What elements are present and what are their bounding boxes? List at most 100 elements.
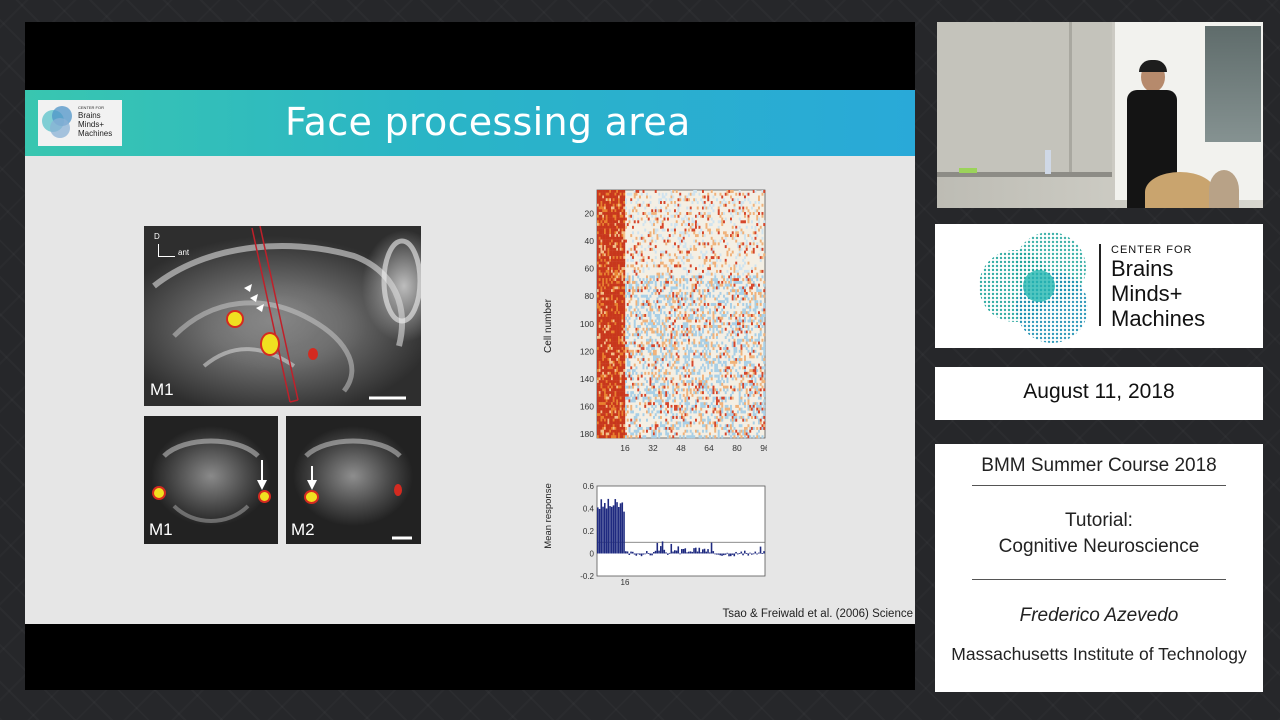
water-bottle bbox=[1045, 150, 1051, 174]
panel-label-bottom-left: M1 bbox=[149, 520, 173, 539]
bar bbox=[728, 553, 730, 557]
logo-separator bbox=[1099, 244, 1101, 326]
bar bbox=[674, 550, 676, 554]
bar bbox=[723, 553, 725, 556]
bar bbox=[738, 553, 741, 554]
heatmap-xtick: 80 bbox=[732, 443, 742, 453]
bar bbox=[710, 542, 713, 554]
heatmap-xtick: 48 bbox=[676, 443, 686, 453]
bar bbox=[752, 553, 755, 555]
bar bbox=[693, 548, 695, 554]
heatmap-xtick: 96 bbox=[760, 443, 767, 453]
bar bbox=[660, 546, 662, 554]
bar bbox=[647, 553, 650, 554]
cbmm-circles-logo bbox=[979, 232, 1088, 343]
sidebar-logo-text: CENTER FOR Brains Minds+ Machines bbox=[1111, 244, 1205, 331]
coronal-brain-image-m1: M1 bbox=[144, 416, 278, 544]
heatmap-ytick: 40 bbox=[585, 236, 595, 246]
bar bbox=[747, 553, 750, 556]
heatmap-ytick: 60 bbox=[585, 264, 595, 274]
bar bbox=[712, 551, 715, 554]
bar bbox=[653, 552, 655, 554]
whiteboard bbox=[937, 22, 1112, 172]
bar bbox=[761, 553, 764, 554]
bar bbox=[749, 552, 751, 554]
slide-header: CENTER FOR Brains Minds+ Machines Face p… bbox=[25, 90, 915, 156]
bar bbox=[719, 553, 722, 556]
bar bbox=[737, 553, 739, 555]
bar bbox=[758, 552, 760, 554]
bar bbox=[751, 553, 753, 555]
sidebar-logo-card: CENTER FOR Brains Minds+ Machines bbox=[935, 224, 1263, 348]
heatmap-ytick: 180 bbox=[580, 429, 594, 439]
bar bbox=[696, 551, 699, 554]
bar bbox=[688, 551, 690, 554]
bar bbox=[675, 550, 678, 554]
bar bbox=[684, 548, 687, 554]
bar bbox=[714, 553, 716, 555]
bar bbox=[679, 553, 681, 555]
bar bbox=[656, 542, 659, 554]
bar bbox=[602, 506, 604, 554]
info-separator bbox=[972, 485, 1226, 486]
coronal-brain-image-m2: M2 bbox=[286, 416, 421, 544]
bar bbox=[642, 553, 645, 555]
bar bbox=[644, 553, 646, 555]
bar bbox=[605, 508, 608, 554]
tutorial-topic: Cognitive Neuroscience bbox=[998, 536, 1200, 557]
heatmap-ytick: 80 bbox=[585, 291, 595, 301]
bar bbox=[745, 553, 748, 554]
bar bbox=[733, 553, 736, 557]
bar bbox=[689, 551, 692, 554]
bar bbox=[625, 551, 627, 554]
bar bbox=[670, 543, 673, 554]
bar bbox=[640, 553, 643, 557]
board-divider bbox=[1069, 22, 1072, 172]
bar bbox=[621, 502, 624, 554]
bar bbox=[763, 551, 765, 554]
bar bbox=[665, 552, 667, 554]
bar bbox=[612, 505, 615, 554]
bar bbox=[677, 546, 680, 554]
heatmap-ytick: 160 bbox=[580, 401, 594, 411]
slide-title: Face processing area bbox=[285, 100, 691, 144]
bar bbox=[658, 550, 660, 554]
bar bbox=[672, 551, 674, 554]
bar bbox=[742, 553, 744, 556]
bar bbox=[626, 551, 629, 554]
course-name: BMM Summer Course 2018 bbox=[981, 455, 1217, 476]
sidebar-logo-minds: Minds+ bbox=[1111, 281, 1183, 306]
bar bbox=[618, 506, 620, 554]
bar bbox=[681, 549, 683, 554]
bar bbox=[637, 553, 639, 555]
bar bbox=[632, 551, 634, 554]
sidebar-logo-machines: Machines bbox=[1111, 306, 1206, 331]
audience-head bbox=[1209, 170, 1239, 208]
bar bbox=[682, 548, 685, 554]
bar bbox=[654, 550, 657, 554]
bar bbox=[619, 503, 622, 554]
heatmap-ytick: 120 bbox=[580, 346, 594, 356]
bar bbox=[730, 553, 732, 557]
bar bbox=[759, 546, 762, 554]
heatmap-ytick: 140 bbox=[580, 374, 594, 384]
speaker-name: Frederico Azevedo bbox=[1019, 605, 1179, 626]
bar bbox=[740, 551, 743, 554]
bar bbox=[616, 502, 618, 554]
activation-blob bbox=[260, 492, 269, 501]
bar bbox=[744, 550, 746, 554]
bar bbox=[724, 553, 727, 555]
slide: CENTER FOR Brains Minds+ Machines Face p… bbox=[25, 90, 915, 624]
mean-response-bar-chart: Mean response 0.60.40.20-0.216FacesBodie… bbox=[543, 482, 766, 586]
heatmap-xtick: 16 bbox=[620, 443, 630, 453]
activation-blob bbox=[154, 488, 164, 498]
sagittal-brain-image: D ant M1 bbox=[144, 226, 421, 406]
bar bbox=[600, 499, 603, 554]
orientation-arrow-icon bbox=[158, 244, 175, 257]
bar bbox=[630, 551, 632, 554]
bar-ytick: -0.2 bbox=[580, 572, 594, 581]
bar-ytick: 0 bbox=[590, 550, 595, 559]
bar bbox=[633, 553, 636, 555]
bar bbox=[597, 507, 599, 554]
bar bbox=[611, 506, 613, 554]
